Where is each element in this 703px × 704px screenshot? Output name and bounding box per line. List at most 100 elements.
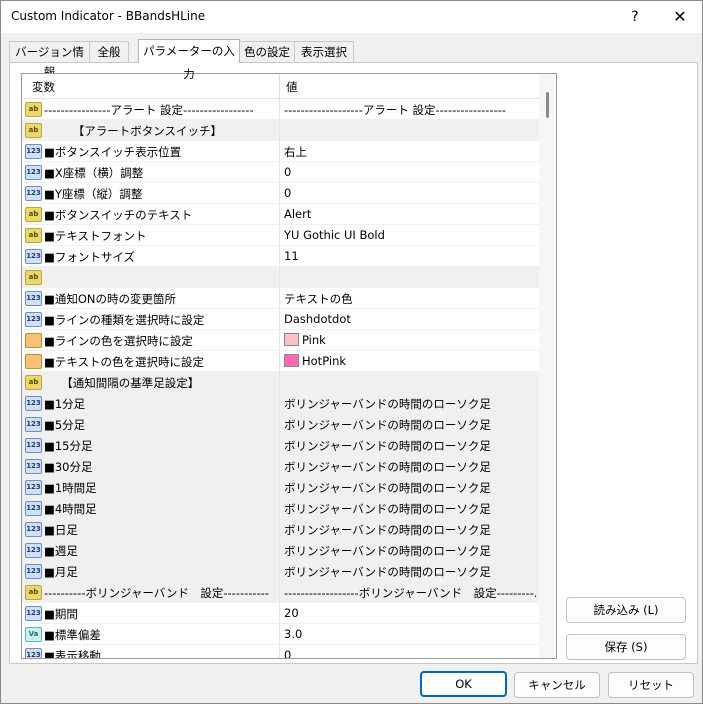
parameter-value[interactable]: Dashdotdot (284, 312, 536, 326)
cell-divider (279, 561, 280, 581)
parameter-value[interactable]: ボリンジャーバンドの時間のローソク足 (284, 459, 536, 475)
table-row[interactable]: 123 ■期間 20 (22, 603, 539, 624)
table-row[interactable]: Va ■標準偏差 3.0 (22, 624, 539, 645)
color-type-icon (25, 333, 42, 348)
parameter-name: ■Y座標（縦）調整 (44, 187, 143, 201)
cell-divider (279, 477, 280, 497)
parameter-value[interactable]: -------------------アラート 設定--------------… (284, 102, 536, 118)
parameter-value[interactable]: ボリンジャーバンドの時間のローソク足 (284, 438, 536, 454)
parameter-value[interactable]: 右上 (284, 144, 536, 160)
column-divider[interactable] (279, 74, 280, 98)
parameter-value[interactable]: 0 (284, 186, 536, 200)
parameter-value-text: ボリンジャーバンドの時間のローソク足 (284, 397, 491, 411)
parameter-value-text: 0 (284, 186, 292, 200)
vertical-scrollbar[interactable] (539, 74, 555, 658)
parameter-value[interactable]: HotPink (284, 354, 536, 368)
window-title: Custom Indicator - BBandsHLine (11, 9, 206, 23)
ok-button[interactable]: OK (420, 671, 507, 697)
parameter-value[interactable]: 0 (284, 165, 536, 179)
parameter-value[interactable]: ボリンジャーバンドの時間のローソク足 (284, 564, 536, 580)
table-row[interactable]: 123 ■X座標（横）調整 0 (22, 162, 539, 183)
parameter-name: ■30分足 (44, 460, 93, 474)
parameter-value[interactable]: 11 (284, 249, 536, 263)
help-button[interactable]: ? (621, 6, 649, 28)
table-row[interactable]: ab ■テキストフォント YU Gothic UI Bold (22, 225, 539, 246)
cancel-button[interactable]: キャンセル (514, 672, 600, 698)
table-row[interactable]: ab (22, 267, 539, 288)
title-bar: Custom Indicator - BBandsHLine ? ✕ (1, 1, 702, 33)
parameter-name: ■月足 (44, 565, 78, 579)
parameter-value[interactable]: ボリンジャーバンドの時間のローソク足 (284, 417, 536, 433)
parameter-value-text: 3.0 (284, 627, 303, 641)
parameter-name: ■X座標（横）調整 (44, 166, 144, 180)
parameter-value[interactable]: ------------------ボリンジャーバンド 設定---------.… (284, 585, 536, 601)
table-row[interactable]: ab ----------ボリンジャーバンド 設定----------- -----… (22, 582, 539, 603)
parameter-value-text: Alert (284, 207, 312, 221)
parameter-value[interactable]: 3.0 (284, 627, 536, 641)
table-row[interactable]: 123 ■1分足 ボリンジャーバンドの時間のローソク足 (22, 393, 539, 414)
string-type-icon: ab (25, 123, 42, 138)
parameter-name: ■通知ONの時の変更箇所 (44, 292, 177, 306)
tab-version-info[interactable]: バージョン情報 (9, 41, 90, 79)
table-row[interactable]: 123 ■フォントサイズ 11 (22, 246, 539, 267)
tab-parameters[interactable]: パラメーターの入力 (138, 39, 240, 81)
table-row[interactable]: 123 ■表示移動 0 (22, 645, 539, 659)
reset-button[interactable]: リセット (608, 672, 694, 698)
parameter-value[interactable]: ボリンジャーバンドの時間のローソク足 (284, 396, 536, 412)
parameter-value[interactable]: テキストの色 (284, 291, 536, 307)
column-header-variable[interactable]: 変数 (32, 79, 55, 95)
cell-divider (279, 246, 280, 266)
table-row[interactable]: 123 ■通知ONの時の変更箇所 テキストの色 (22, 288, 539, 309)
parameter-value-text: 11 (284, 249, 299, 263)
table-row[interactable]: 123 ■週足 ボリンジャーバンドの時間のローソク足 (22, 540, 539, 561)
save-button[interactable]: 保存 (S) (566, 634, 686, 660)
cell-divider (279, 99, 280, 119)
parameter-value-text: ボリンジャーバンドの時間のローソク足 (284, 502, 491, 516)
table-row[interactable]: 123 ■30分足 ボリンジャーバンドの時間のローソク足 (22, 456, 539, 477)
parameter-value[interactable]: ボリンジャーバンドの時間のローソク足 (284, 480, 536, 496)
tab-general[interactable]: 全般 (89, 41, 129, 62)
integer-type-icon: 123 (25, 417, 42, 432)
table-row[interactable]: 123 ■ボタンスイッチ表示位置 右上 (22, 141, 539, 162)
parameter-name: ■表示移動 (44, 649, 101, 659)
column-header-value[interactable]: 値 (286, 79, 298, 95)
table-row[interactable]: 123 ■ラインの種類を選択時に設定 Dashdotdot (22, 309, 539, 330)
cell-divider (279, 204, 280, 224)
parameter-value[interactable]: 20 (284, 606, 536, 620)
table-row[interactable]: ab 【通知間隔の基準足設定】 (22, 372, 539, 393)
table-row[interactable]: 123 ■5分足 ボリンジャーバンドの時間のローソク足 (22, 414, 539, 435)
table-row[interactable]: 123 ■月足 ボリンジャーバンドの時間のローソク足 (22, 561, 539, 582)
table-row[interactable]: ab 【アラートボタンスイッチ】 (22, 120, 539, 141)
integer-type-icon: 123 (25, 606, 42, 621)
table-row[interactable]: 123 ■Y座標（縦）調整 0 (22, 183, 539, 204)
table-row[interactable]: 123 ■1時間足 ボリンジャーバンドの時間のローソク足 (22, 477, 539, 498)
parameter-value[interactable]: Alert (284, 207, 536, 221)
close-button[interactable]: ✕ (666, 6, 694, 28)
parameter-name: ■テキストの色を選択時に設定 (44, 355, 205, 369)
tab-colors[interactable]: 色の設定 (239, 41, 295, 62)
parameter-value[interactable]: ボリンジャーバンドの時間のローソク足 (284, 543, 536, 559)
parameter-name: 【アラートボタンスイッチ】 (44, 124, 223, 138)
parameter-name: ■日足 (44, 523, 78, 537)
integer-type-icon: 123 (25, 438, 42, 453)
parameter-value[interactable]: ボリンジャーバンドの時間のローソク足 (284, 522, 536, 538)
table-row[interactable]: ab ■ボタンスイッチのテキスト Alert (22, 204, 539, 225)
table-row[interactable]: 123 ■4時間足 ボリンジャーバンドの時間のローソク足 (22, 498, 539, 519)
integer-type-icon: 123 (25, 501, 42, 516)
table-row[interactable]: ■テキストの色を選択時に設定 HotPink (22, 351, 539, 372)
parameter-value[interactable]: ボリンジャーバンドの時間のローソク足 (284, 501, 536, 517)
tab-visualization[interactable]: 表示選択 (294, 41, 354, 62)
string-type-icon: ab (25, 102, 42, 117)
table-row[interactable]: ab ----------------アラート 設定---------------… (22, 99, 539, 120)
parameter-value[interactable]: Pink (284, 333, 536, 347)
table-row[interactable]: ■ラインの色を選択時に設定 Pink (22, 330, 539, 351)
load-button[interactable]: 読み込み (L) (566, 597, 686, 623)
parameter-value-text: Pink (302, 333, 326, 347)
cell-divider (279, 330, 280, 350)
table-row[interactable]: 123 ■日足 ボリンジャーバンドの時間のローソク足 (22, 519, 539, 540)
scrollbar-thumb[interactable] (546, 92, 549, 118)
cell-divider (279, 498, 280, 518)
parameter-value[interactable]: YU Gothic UI Bold (284, 228, 536, 242)
table-row[interactable]: 123 ■15分足 ボリンジャーバンドの時間のローソク足 (22, 435, 539, 456)
parameter-value[interactable]: 0 (284, 648, 536, 658)
